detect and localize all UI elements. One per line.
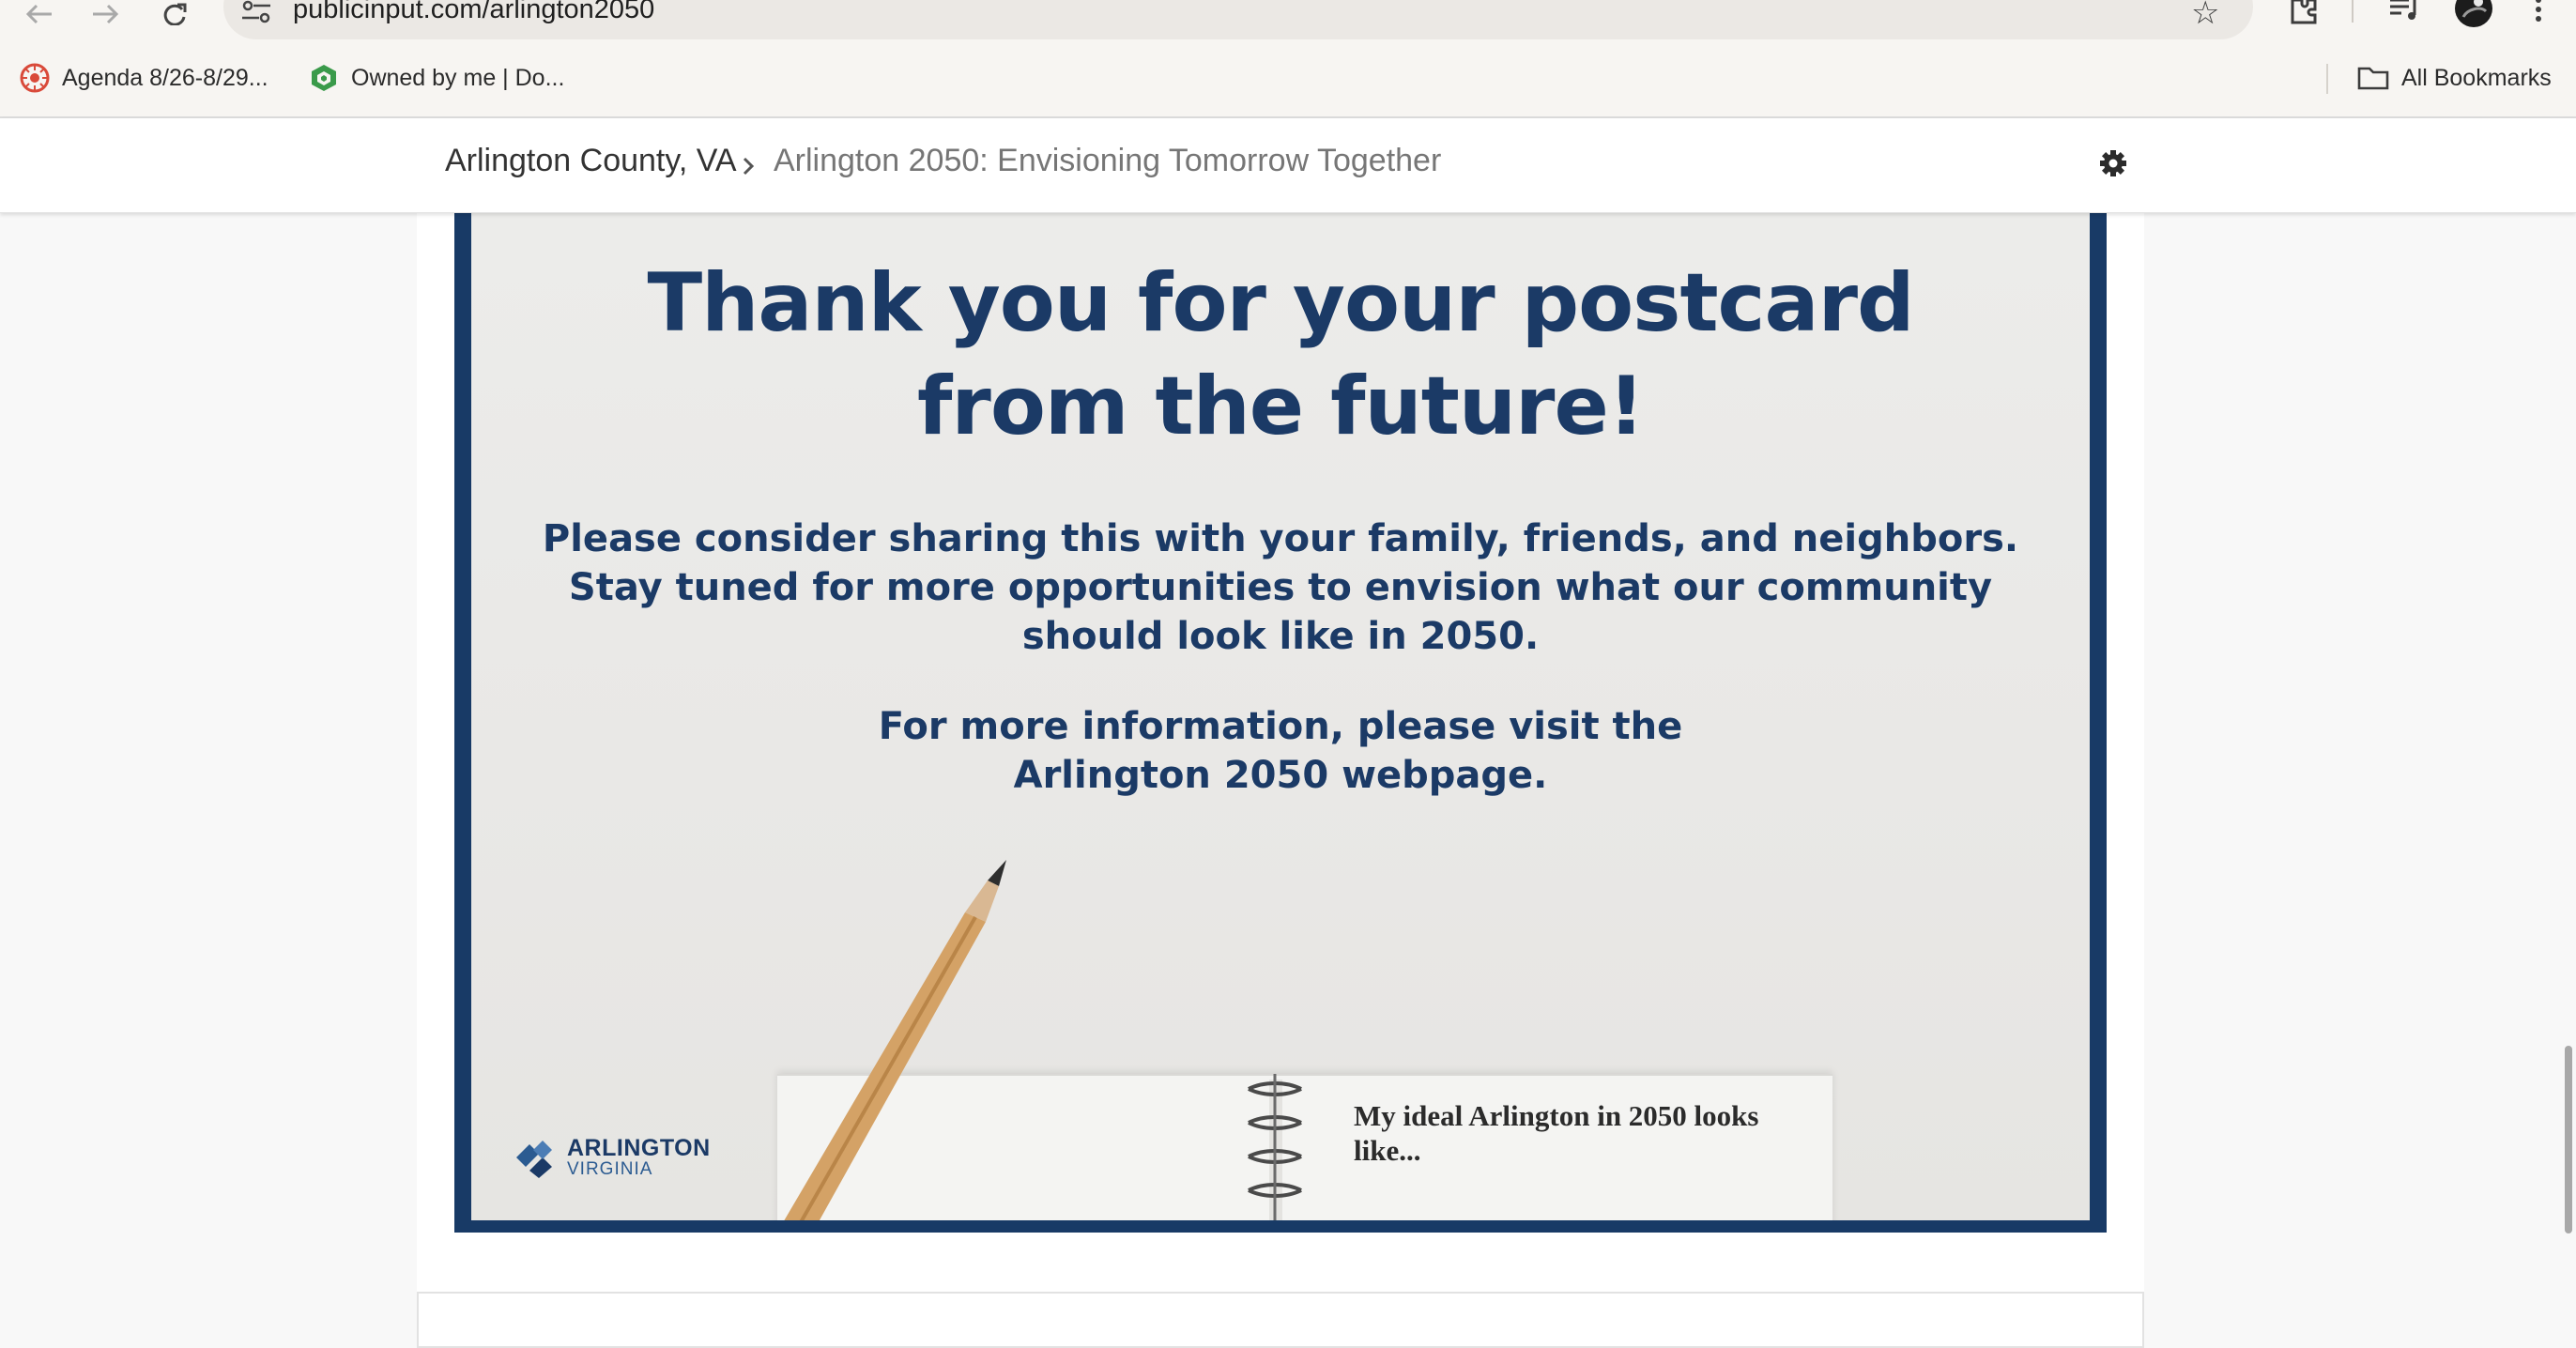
postcard-title: Thank you for your postcard from the fut… <box>471 252 2090 458</box>
calendar-app-icon <box>20 63 50 93</box>
next-content-card <box>417 1292 2144 1348</box>
bookmark-label: Owned by me | Do... <box>351 64 565 91</box>
page-scrollbar-thumb[interactable] <box>2565 1046 2572 1233</box>
logo-main-text: ARLINGTON <box>567 1135 711 1161</box>
postcard-title-line: Thank you for your postcard <box>647 256 1914 350</box>
back-arrow-icon <box>25 4 52 24</box>
pencil-icon <box>784 860 1006 1220</box>
browser-menu-icon[interactable] <box>2529 0 2548 26</box>
media-control-icon[interactable] <box>2388 0 2422 23</box>
postcard-info-line: Arlington 2050 webpage. <box>1013 754 1548 797</box>
breadcrumb-project-title: Arlington 2050: Envisioning Tomorrow Tog… <box>774 143 1442 178</box>
url-text[interactable]: publicinput.com/arlington2050 <box>293 0 654 25</box>
toolbar-divider <box>2352 0 2354 23</box>
all-bookmarks-label: All Bookmarks <box>2401 64 2552 91</box>
notebook-caption: My ideal Arlington in 2050 looks like... <box>1354 1099 1759 1167</box>
notebook-spiral-icon <box>1248 1074 1302 1220</box>
thank-you-postcard-image: Thank you for your postcard from the fut… <box>454 212 2107 1233</box>
breadcrumb-org-link[interactable]: Arlington County, VA <box>445 143 737 179</box>
postcard-message-line: should look like in 2050. <box>1021 615 1540 658</box>
folder-icon <box>2357 67 2389 90</box>
arlington-logo: ARLINGTON VIRGINIA <box>513 1136 711 1179</box>
postcard-message-line: Stay tuned for more opportunities to env… <box>568 566 1993 609</box>
site-info-icon[interactable] <box>240 0 272 24</box>
browser-toolbar: publicinput.com/arlington2050 ☆ Agenda 8… <box>0 0 2576 116</box>
chevron-right-icon <box>743 157 755 176</box>
back-button[interactable] <box>13 0 66 28</box>
postcard-info: For more information, please visit the A… <box>471 702 2090 800</box>
drive-app-icon <box>312 65 336 91</box>
arlington-logo-mark-icon <box>516 1141 552 1178</box>
logo-sub-text: VIRGINIA <box>567 1159 653 1179</box>
gear-icon[interactable] <box>2099 149 2127 177</box>
arlington-logo-text: ARLINGTON VIRGINIA <box>567 1136 711 1179</box>
all-bookmarks-button[interactable]: All Bookmarks <box>2356 62 2552 94</box>
bookmarks-separator <box>2326 64 2328 94</box>
postcard-canvas: Thank you for your postcard from the fut… <box>471 212 2090 1220</box>
postcard-message: Please consider sharing this with your f… <box>471 514 2090 661</box>
bookmark-star-icon[interactable]: ☆ <box>2191 0 2219 32</box>
site-header: Arlington County, VA Arlington 2050: Env… <box>0 118 2576 213</box>
bookmark-agenda[interactable]: Agenda 8/26-8/29... <box>19 62 268 94</box>
postcard-title-line: from the future! <box>917 360 1645 453</box>
forward-arrow-icon <box>93 4 119 24</box>
postcard-message-line: Please consider sharing this with your f… <box>542 517 2019 560</box>
extensions-icon[interactable] <box>2287 0 2321 24</box>
reload-button[interactable] <box>148 0 201 28</box>
postcard-info-line: For more information, please visit the <box>878 705 1683 748</box>
reload-icon <box>163 3 187 25</box>
forward-button[interactable] <box>79 0 131 28</box>
profile-avatar-icon[interactable] <box>2454 0 2493 28</box>
bookmark-label: Agenda 8/26-8/29... <box>62 64 268 91</box>
bookmark-owned-by-me[interactable]: Owned by me | Do... <box>308 62 564 94</box>
